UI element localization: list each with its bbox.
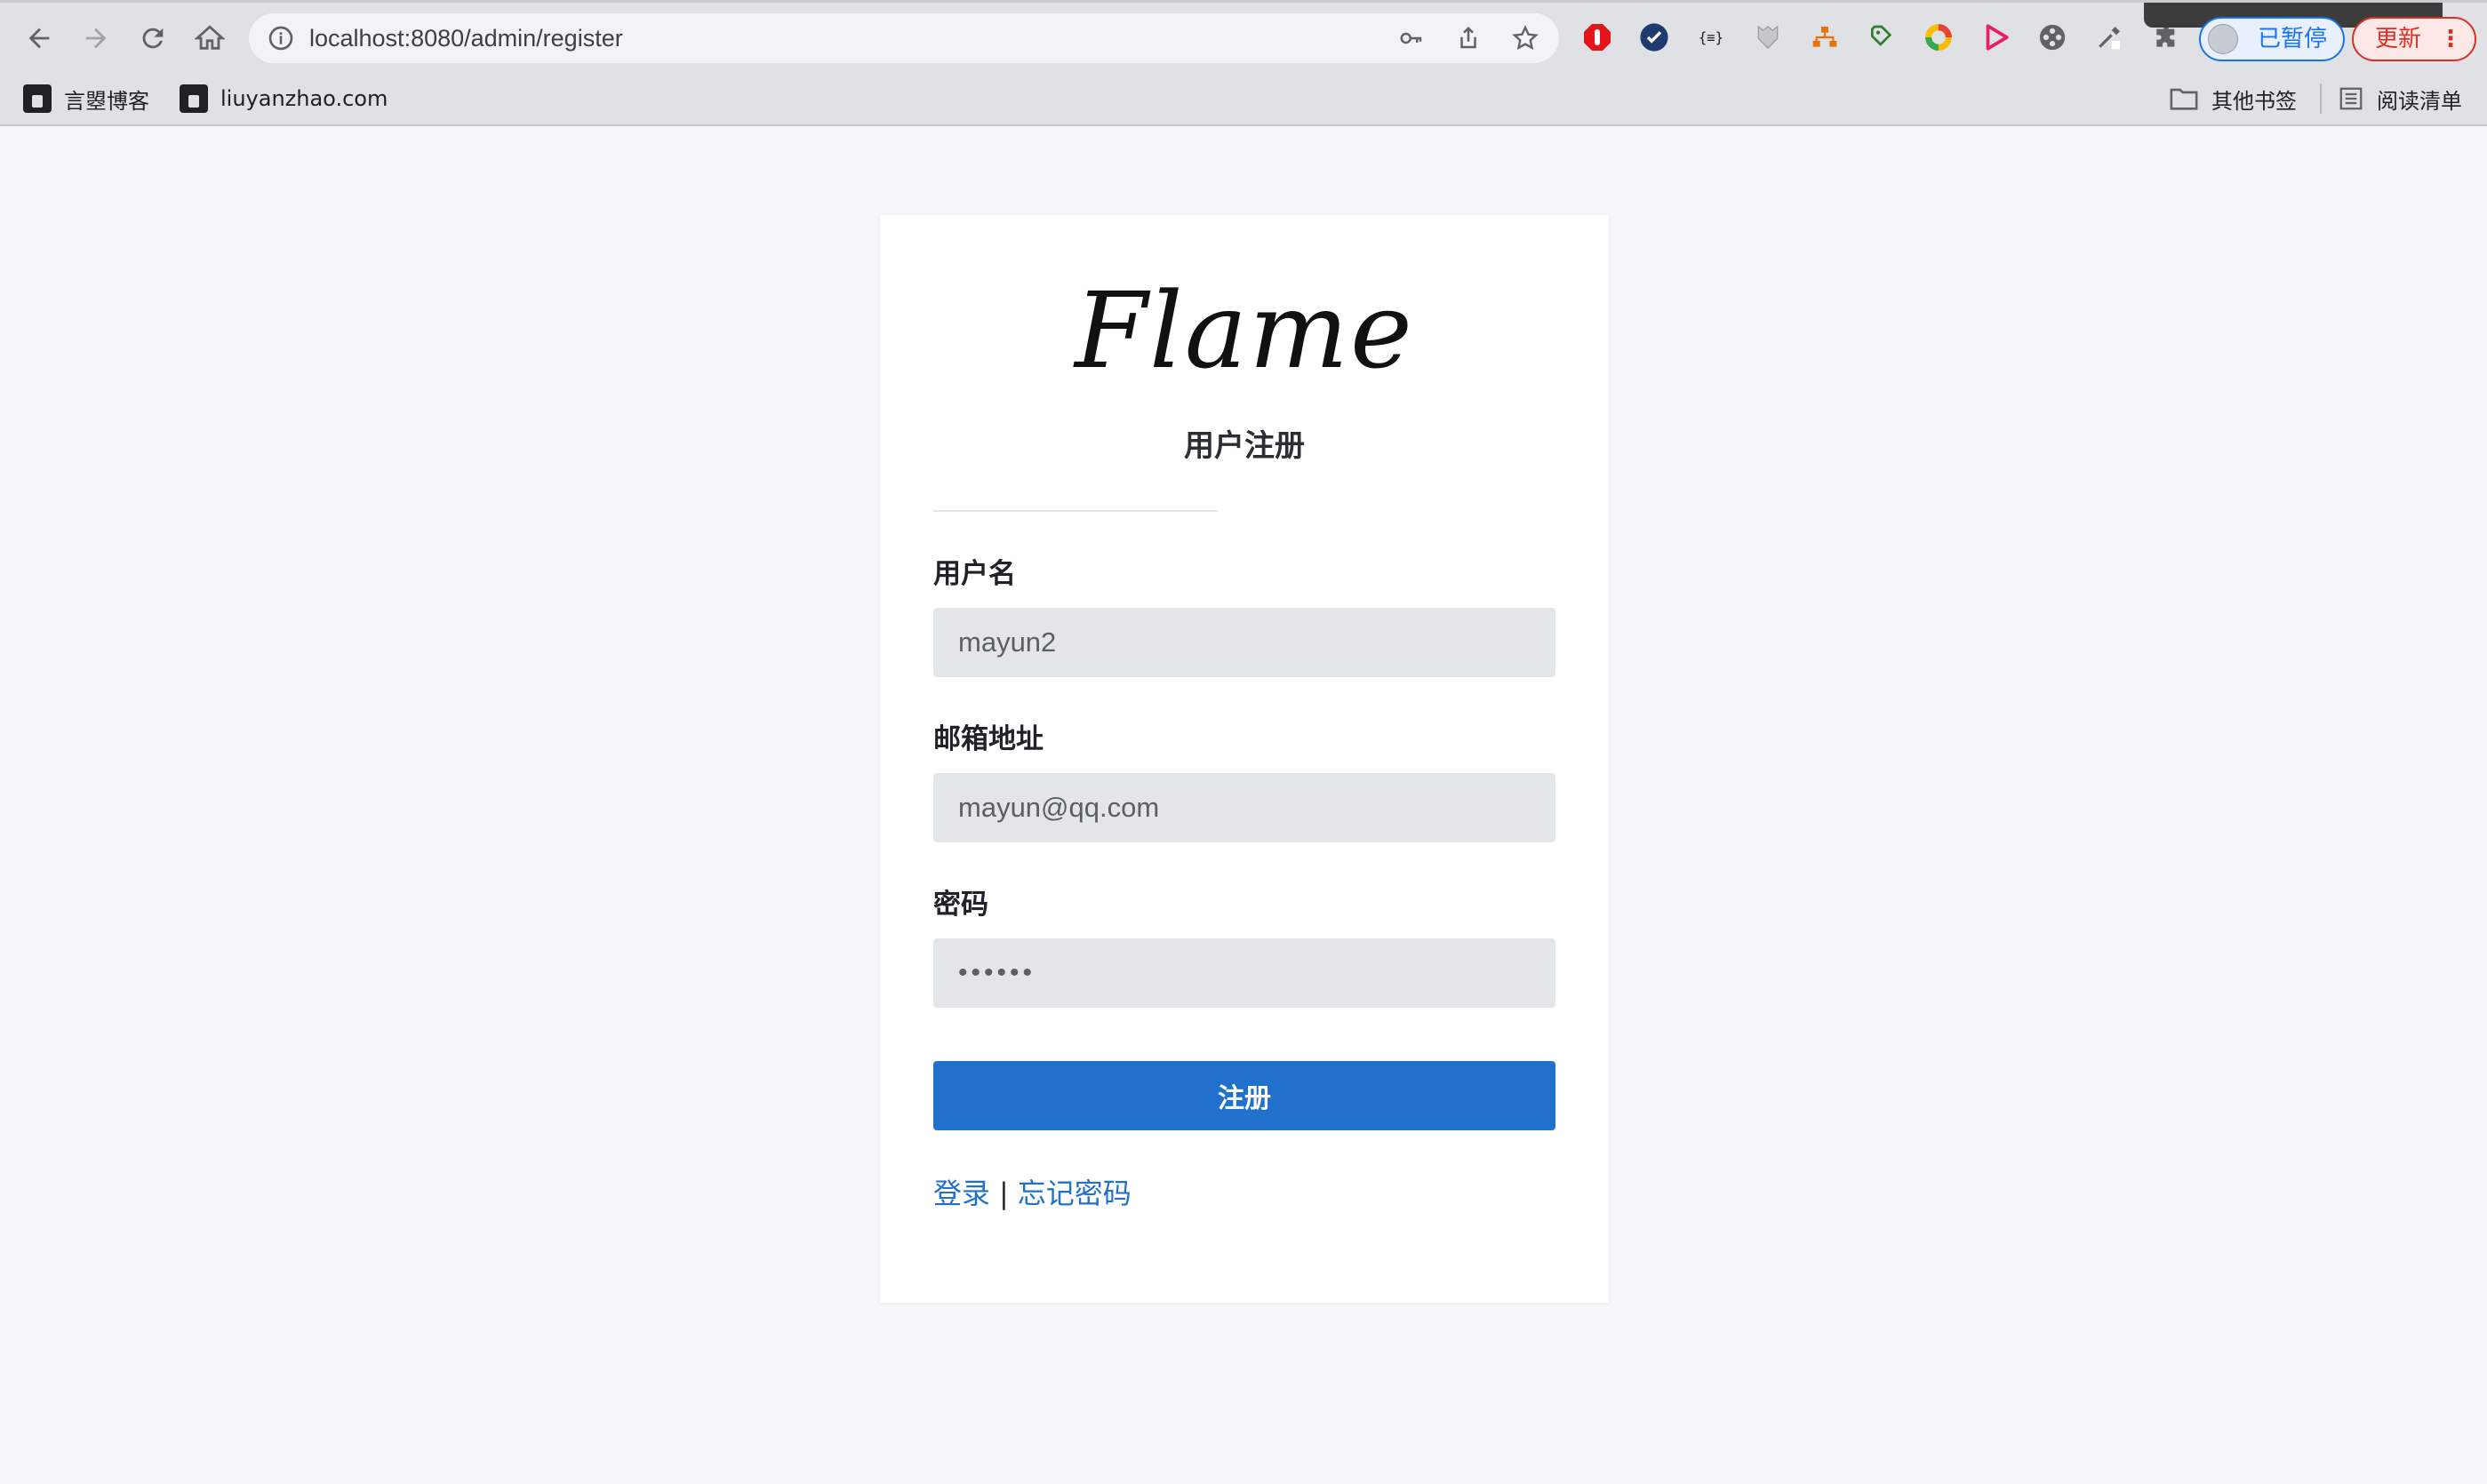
update-button[interactable]: 更新 ⋮ <box>2352 17 2476 61</box>
bookmark-separator <box>2320 84 2322 114</box>
register-card: Flame 用户注册 用户名 邮箱地址 密码 注册 登录 | 忘记密码 <box>880 215 1609 1303</box>
url-text[interactable]: localhost:8080/admin/register <box>309 13 623 63</box>
key-icon[interactable] <box>1395 22 1427 54</box>
title-divider <box>933 510 1218 512</box>
eyedropper-extension-icon[interactable] <box>2092 20 2126 54</box>
bookmarks-bar: 言曌博客 liuyanzhao.com 其他书签 阅读清单 <box>0 71 2487 126</box>
avatar <box>2208 24 2238 54</box>
forward-icon[interactable] <box>76 19 116 58</box>
sitemap-extension-icon[interactable] <box>1808 20 1842 54</box>
login-link[interactable]: 登录 <box>933 1177 990 1210</box>
home-icon[interactable] <box>190 19 229 58</box>
flame-logo: Flame <box>1075 269 1414 392</box>
other-bookmarks-label: 其他书签 <box>2211 88 2297 114</box>
play-extension-icon[interactable] <box>1979 20 2012 54</box>
bookmark-label: liuyanzhao.com <box>220 86 388 111</box>
password-label: 密码 <box>933 889 988 921</box>
color-ring-extension-icon[interactable] <box>1922 20 1955 54</box>
profile-status-label: 已暂停 <box>2258 26 2328 52</box>
check-extension-icon[interactable] <box>1637 20 1671 54</box>
register-button[interactable]: 注册 <box>933 1061 1555 1130</box>
bookmark-label: 言曌博客 <box>64 88 149 114</box>
profile-paused-button[interactable]: 已暂停 <box>2199 17 2345 61</box>
browser-toolbar: localhost:8080/admin/register {≡} 已暂停 更新… <box>0 0 2487 71</box>
shield-extension-icon[interactable] <box>1751 20 1785 54</box>
username-input[interactable] <box>933 608 1555 677</box>
site-info-icon[interactable] <box>267 24 295 52</box>
bookmark-favicon-icon <box>23 84 52 113</box>
json-extension-icon[interactable]: {≡} <box>1694 20 1728 54</box>
address-bar[interactable]: localhost:8080/admin/register <box>249 13 1559 63</box>
bookmark-liuyanzhao[interactable]: liuyanzhao.com <box>180 71 388 126</box>
film-extension-icon[interactable] <box>2035 20 2069 54</box>
bookmark-yanyi-blog[interactable]: 言曌博客 <box>23 71 149 126</box>
tag-extension-icon[interactable] <box>1865 20 1899 54</box>
back-icon[interactable] <box>20 19 59 58</box>
link-separator: | <box>999 1177 1009 1210</box>
share-icon[interactable] <box>1452 22 1484 54</box>
update-label: 更新 <box>2375 26 2422 52</box>
forgot-password-link[interactable]: 忘记密码 <box>1018 1177 1132 1210</box>
auth-links: 登录 | 忘记密码 <box>933 1171 1132 1212</box>
reading-list-button[interactable]: 阅读清单 <box>2338 71 2462 126</box>
folder-icon <box>2170 88 2198 110</box>
more-menu-icon[interactable]: ⋮ <box>2439 19 2462 60</box>
page-title: 用户注册 <box>1184 428 1305 464</box>
adblock-extension-icon[interactable] <box>1580 20 1614 54</box>
svg-text:{≡}: {≡} <box>1699 30 1723 46</box>
bookmark-star-icon[interactable] <box>1509 22 1541 54</box>
reading-list-icon <box>2339 87 2363 110</box>
username-label: 用户名 <box>933 558 1016 590</box>
password-input[interactable] <box>933 938 1555 1008</box>
email-input[interactable] <box>933 773 1555 842</box>
bookmark-favicon-icon <box>180 84 208 113</box>
reading-list-label: 阅读清单 <box>2377 88 2462 114</box>
reload-icon[interactable] <box>133 19 172 58</box>
other-bookmarks-folder[interactable]: 其他书签 <box>2169 71 2297 126</box>
email-label: 邮箱地址 <box>933 723 1044 755</box>
